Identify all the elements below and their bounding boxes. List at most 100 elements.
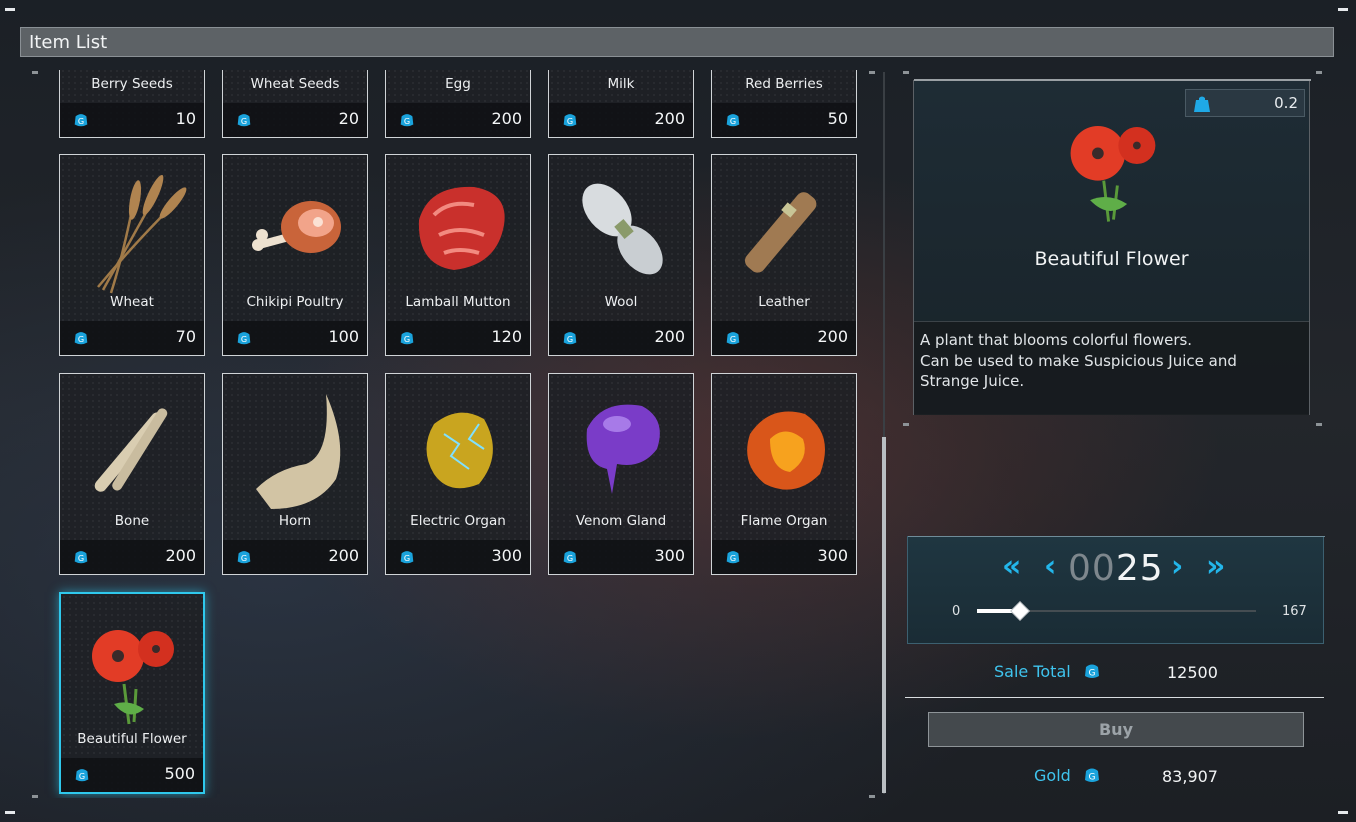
wheat-icon bbox=[97, 174, 187, 294]
mutton-icon bbox=[418, 186, 505, 270]
quantity-slider-thumb[interactable] bbox=[1009, 601, 1030, 621]
item-detail-panel: 0.2 Beautiful Flower A plant that blooms… bbox=[913, 79, 1311, 415]
item-name: Flame Organ bbox=[740, 513, 828, 529]
item-name: Venom Gland bbox=[575, 513, 667, 529]
item-name: Horn bbox=[278, 513, 312, 529]
svg-text:G: G bbox=[241, 334, 247, 344]
price-row: G 300 bbox=[712, 540, 856, 574]
gold-coin-icon: G bbox=[400, 551, 414, 564]
gold-coin-icon: G bbox=[237, 114, 251, 127]
svg-text:G: G bbox=[730, 553, 736, 563]
item-name: Red Berries bbox=[745, 76, 823, 92]
item-card[interactable]: Venom Gland G 300 bbox=[548, 373, 694, 575]
first-quantity-button[interactable]: « bbox=[1002, 549, 1021, 584]
gold-coin-icon: G bbox=[726, 332, 740, 345]
item-card[interactable]: Flame Organ G 300 bbox=[711, 373, 857, 575]
price-row: G 70 bbox=[60, 321, 204, 355]
description-line: Can be used to make Suspicious Juice and bbox=[920, 351, 1237, 370]
quantity-top-line bbox=[908, 536, 1325, 537]
buy-button[interactable]: Buy bbox=[928, 712, 1304, 747]
price-row: G 200 bbox=[549, 103, 693, 137]
item-price: 10 bbox=[175, 109, 196, 128]
item-card[interactable]: Wheat Seeds G 20 bbox=[222, 70, 368, 138]
svg-text:G: G bbox=[241, 553, 247, 563]
quantity-value: 25 bbox=[1115, 548, 1164, 589]
item-price: 20 bbox=[338, 109, 359, 128]
flower-icon bbox=[1070, 126, 1156, 222]
gold-coin-icon: G bbox=[563, 114, 577, 127]
item-price: 500 bbox=[164, 764, 195, 783]
flower-icon bbox=[92, 630, 174, 725]
item-card[interactable]: Egg G 200 bbox=[385, 70, 531, 138]
gold-coin-icon: G bbox=[726, 551, 740, 564]
item-card-selected[interactable]: Beautiful Flower G 500 bbox=[59, 592, 205, 794]
item-card[interactable]: Electric Organ G 300 bbox=[385, 373, 531, 575]
decrease-quantity-button[interactable]: ‹ bbox=[1044, 549, 1056, 584]
item-card[interactable]: Wool G 200 bbox=[548, 154, 694, 356]
item-name: Chikipi Poultry bbox=[246, 294, 344, 310]
increase-quantity-button[interactable]: › bbox=[1171, 549, 1183, 584]
item-name: Beautiful Flower bbox=[77, 731, 187, 747]
item-card[interactable]: Milk G 200 bbox=[548, 70, 694, 138]
item-card[interactable]: Red Berries G 50 bbox=[711, 70, 857, 138]
item-name: Wool bbox=[604, 294, 638, 310]
item-card[interactable]: Bone G 200 bbox=[59, 373, 205, 575]
gold-coin-icon: G bbox=[1085, 664, 1099, 679]
item-card[interactable]: Lamball Mutton G 120 bbox=[385, 154, 531, 356]
wool-icon bbox=[582, 183, 663, 275]
gold-coin-icon: G bbox=[726, 114, 740, 127]
window-title: Item List bbox=[29, 32, 108, 53]
edge-dot bbox=[903, 423, 909, 426]
svg-text:G: G bbox=[241, 116, 247, 126]
item-card[interactable]: Berry Seeds G 10 bbox=[59, 70, 205, 138]
price-row: G 300 bbox=[386, 540, 530, 574]
last-quantity-button[interactable]: » bbox=[1206, 549, 1225, 584]
item-card[interactable]: Leather G 200 bbox=[711, 154, 857, 356]
item-price: 120 bbox=[491, 327, 522, 346]
item-card[interactable]: Wheat G 70 bbox=[59, 154, 205, 356]
svg-text:G: G bbox=[567, 116, 573, 126]
svg-text:G: G bbox=[567, 553, 573, 563]
item-name: Electric Organ bbox=[410, 513, 506, 529]
weight-value: 0.2 bbox=[1274, 94, 1298, 112]
item-card[interactable]: Horn G 200 bbox=[222, 373, 368, 575]
item-card[interactable]: Chikipi Poultry G 100 bbox=[222, 154, 368, 356]
price-row: G 120 bbox=[386, 321, 530, 355]
gold-coin-icon: G bbox=[74, 114, 88, 127]
price-row: G 200 bbox=[223, 540, 367, 574]
title-bar: Item List bbox=[20, 27, 1334, 57]
item-price: 50 bbox=[827, 109, 848, 128]
corner-mark bbox=[1338, 811, 1348, 814]
gold-coin-icon: G bbox=[563, 551, 577, 564]
edge-dot bbox=[1316, 71, 1322, 74]
price-row: G 50 bbox=[712, 103, 856, 137]
svg-text:G: G bbox=[730, 334, 736, 344]
bone-icon bbox=[94, 408, 168, 492]
item-price: 70 bbox=[175, 327, 196, 346]
item-list: Berry Seeds G 10 Wheat Seeds G 20 Egg G … bbox=[32, 70, 877, 798]
svg-text:G: G bbox=[1089, 773, 1096, 783]
gold-coin-icon: G bbox=[1085, 768, 1099, 783]
gold-coin-icon: G bbox=[400, 332, 414, 345]
gold-coin-icon: G bbox=[563, 332, 577, 345]
gold-coin-icon: G bbox=[74, 551, 88, 564]
horn-icon bbox=[256, 394, 341, 509]
svg-text:G: G bbox=[1089, 669, 1096, 679]
poultry-icon bbox=[252, 201, 341, 253]
gold-coin-icon: G bbox=[237, 551, 251, 564]
price-row: G 300 bbox=[549, 540, 693, 574]
item-name: Wheat bbox=[110, 294, 154, 310]
edge-dot bbox=[903, 71, 909, 74]
scrollbar-thumb[interactable] bbox=[882, 437, 886, 793]
item-name: Wheat Seeds bbox=[250, 76, 340, 92]
svg-text:G: G bbox=[730, 116, 736, 126]
description-line: A plant that blooms colorful flowers. bbox=[920, 331, 1193, 349]
corner-mark bbox=[5, 8, 15, 11]
item-price: 200 bbox=[328, 546, 359, 565]
slider-min-label: 0 bbox=[952, 604, 961, 619]
description-line: Strange Juice. bbox=[920, 372, 1025, 390]
svg-text:G: G bbox=[404, 334, 410, 344]
item-price: 200 bbox=[165, 546, 196, 565]
item-name: Egg bbox=[445, 76, 471, 92]
corner-mark bbox=[1338, 8, 1348, 11]
